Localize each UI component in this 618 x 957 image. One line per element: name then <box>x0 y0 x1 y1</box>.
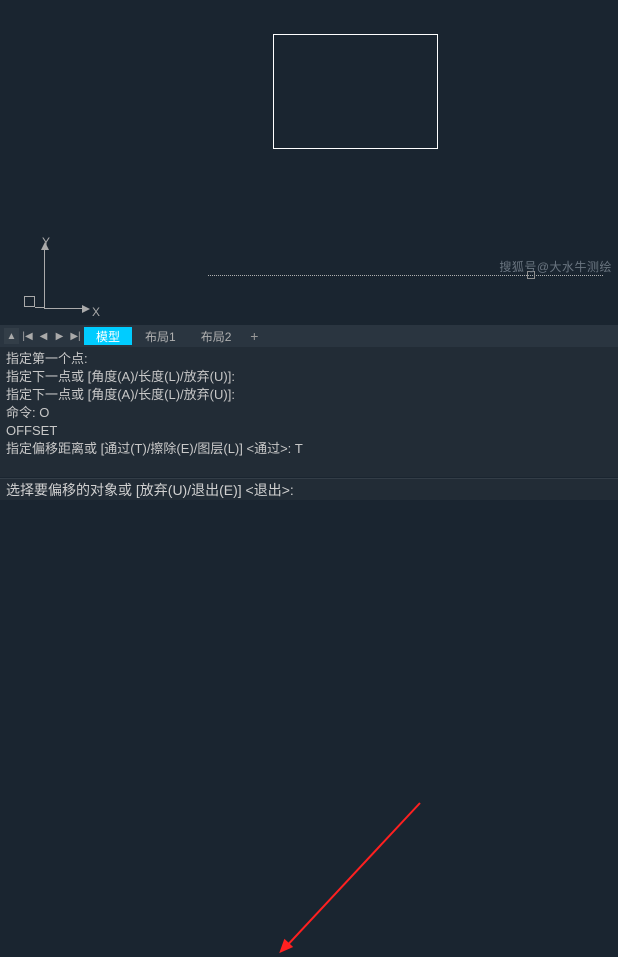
tab-first-button[interactable]: |◀ <box>20 328 35 344</box>
command-history-line: 指定下一点或 [角度(A)/长度(L)/放弃(U)]: <box>6 368 612 386</box>
tab-menu-button[interactable]: ▲ <box>4 328 19 344</box>
axis-x-arrow-icon <box>44 308 84 309</box>
axis-y-arrow-icon <box>44 248 45 308</box>
axis-x-label: X <box>92 305 100 319</box>
tab-next-button[interactable]: ▶ <box>52 328 67 344</box>
tab-prev-button[interactable]: ◀ <box>36 328 51 344</box>
drawing-canvas[interactable]: Y X 搜狐号@大水牛测绘 <box>0 0 618 325</box>
command-history-line: OFFSET <box>6 422 612 440</box>
tab-layout2[interactable]: 布局2 <box>189 327 244 345</box>
ucs-origin-connector <box>35 307 45 308</box>
command-history-line: 命令: O <box>6 404 612 422</box>
tab-model[interactable]: 模型 <box>84 327 132 345</box>
command-input-bar[interactable]: 选择要偏移的对象或 [放弃(U)/退出(E)] <退出>: <box>0 478 618 500</box>
tab-last-button[interactable]: ▶| <box>68 328 83 344</box>
command-history-panel[interactable]: 指定第一个点: 指定下一点或 [角度(A)/长度(L)/放弃(U)]: 指定下一… <box>0 347 618 477</box>
command-history-line: 指定下一点或 [角度(A)/长度(L)/放弃(U)]: <box>6 386 612 404</box>
tab-layout1[interactable]: 布局1 <box>133 327 188 345</box>
layout-tab-bar: ▲ |◀ ◀ ▶ ▶| 模型 布局1 布局2 + <box>0 325 618 347</box>
command-history-line: 指定偏移距离或 [通过(T)/擦除(E)/图层(L)] <通过>: T <box>6 440 612 458</box>
ucs-origin-icon[interactable] <box>24 296 35 307</box>
watermark-text: 搜狐号@大水牛测绘 <box>499 258 612 275</box>
tab-add-button[interactable]: + <box>244 327 264 345</box>
command-history-line: 指定第一个点: <box>6 350 612 368</box>
drawn-rectangle[interactable] <box>273 34 438 149</box>
command-prompt-text: 选择要偏移的对象或 [放弃(U)/退出(E)] <退出>: <box>6 480 294 500</box>
offset-reference-line[interactable] <box>208 275 603 276</box>
